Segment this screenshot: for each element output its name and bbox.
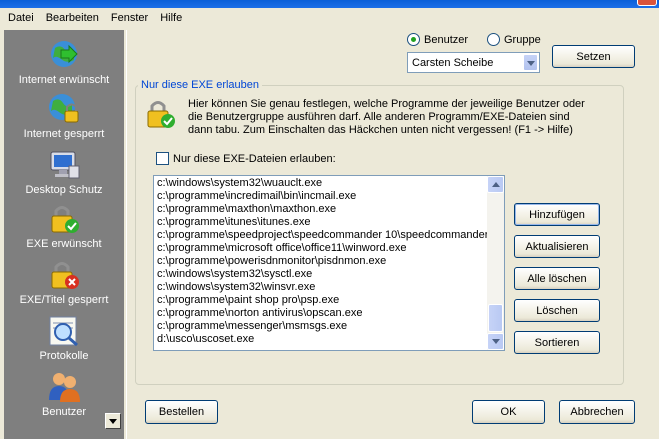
description-line: die Benutzergruppe ausführen darf. Alle …	[188, 111, 570, 123]
exe-list: c:\windows\system32\wuauclt.exe c:\progra…	[157, 177, 489, 346]
menu-bearbeiten[interactable]: Bearbeiten	[40, 12, 105, 24]
cancel-button[interactable]: Abbrechen	[559, 400, 635, 424]
description-line: dann tabu. Zum Einschalten das Häckchen …	[188, 124, 573, 136]
refresh-button[interactable]: Aktualisieren	[514, 235, 600, 258]
checkbox-label: Nur diese EXE-Dateien erlauben:	[173, 152, 336, 165]
globe-arrow-icon	[51, 41, 78, 67]
sidebar-scroll-down-button[interactable]	[105, 413, 121, 429]
close-window-button[interactable]	[637, 0, 657, 6]
magnifier-icon	[49, 316, 78, 347]
sidebar-item-label: Desktop Schutz	[25, 184, 103, 196]
user-select-value: Carsten Scheibe	[412, 56, 494, 69]
menu-datei[interactable]: Datei	[2, 12, 40, 24]
sidebar-item-internet-gesperrt[interactable]: Internet gesperrt	[4, 92, 124, 140]
list-item[interactable]: c:\programme\speedproject\speedcommander…	[157, 229, 489, 242]
sort-button[interactable]: Sortieren	[514, 331, 600, 354]
globe-lock-icon	[49, 94, 79, 123]
order-button[interactable]: Bestellen	[145, 400, 218, 424]
radio-benutzer[interactable]: Benutzer	[407, 33, 468, 46]
list-item[interactable]: d:\usco\uscoset.exe	[157, 333, 489, 346]
sidebar-item-exe-erwuenscht[interactable]: EXE erwünscht	[4, 202, 124, 250]
list-item[interactable]: c:\windows\system32\sysctl.exe	[157, 268, 489, 281]
sidebar-item-label: Internet erwünscht	[18, 74, 110, 86]
list-item[interactable]: c:\programme\maxthon\maxthon.exe	[157, 203, 489, 216]
scroll-down-button[interactable]	[487, 333, 504, 350]
list-item[interactable]: c:\programme\incredimail\bin\incmail.exe	[157, 190, 489, 203]
scroll-up-button[interactable]	[487, 176, 504, 193]
delete-button[interactable]: Löschen	[514, 299, 600, 322]
list-item[interactable]: c:\programme\messenger\msmsgs.exe	[157, 320, 489, 333]
radio-dot[interactable]	[487, 33, 500, 46]
sidebar-item-benutzer[interactable]: Benutzer	[4, 370, 124, 418]
user-select[interactable]: Carsten Scheibe	[407, 52, 540, 73]
list-scrollbar[interactable]	[487, 176, 504, 350]
sidebar-item-internet-erwuenscht[interactable]: Internet erwünscht	[4, 38, 124, 86]
users-icon	[49, 373, 80, 402]
scroll-thumb[interactable]	[488, 304, 503, 332]
delete-all-button[interactable]: Alle löschen	[514, 267, 600, 290]
lock-check-icon	[51, 206, 79, 233]
sidebar-item-label: EXE/Titel gesperrt	[19, 294, 109, 306]
menu-hilfe[interactable]: Hilfe	[154, 12, 188, 24]
sidebar-item-desktop-schutz[interactable]: Desktop Schutz	[4, 148, 124, 196]
sidebar-item-label: EXE erwünscht	[26, 238, 102, 250]
list-item[interactable]: c:\programme\paint shop pro\psp.exe	[157, 294, 489, 307]
description-line: Hier können Sie genau festlegen, welche …	[188, 98, 585, 110]
menu-bar: Datei Bearbeiten Fenster Hilfe	[0, 8, 659, 28]
exe-listbox[interactable]: c:\windows\system32\wuauclt.exe c:\progra…	[153, 175, 505, 351]
list-item[interactable]: c:\programme\norton antivirus\opscan.exe	[157, 307, 489, 320]
add-button[interactable]: Hinzufügen	[514, 203, 600, 226]
menu-fenster[interactable]: Fenster	[105, 12, 154, 24]
checkbox-box[interactable]	[156, 152, 169, 165]
group-description: Hier können Sie genau festlegen, welche …	[188, 98, 588, 137]
chevron-down-icon[interactable]	[523, 54, 538, 71]
sidebar-item-label: Internet gesperrt	[23, 128, 105, 140]
radio-gruppe[interactable]: Gruppe	[487, 33, 541, 46]
list-item[interactable]: c:\windows\system32\wuauclt.exe	[157, 177, 489, 190]
lock-cross-icon	[51, 262, 79, 289]
radio-gruppe-label: Gruppe	[504, 33, 541, 46]
radio-dot[interactable]	[407, 33, 420, 46]
list-item[interactable]: c:\windows\system32\winsvr.exe	[157, 281, 489, 294]
sidebar-item-protokolle[interactable]: Protokolle	[4, 314, 124, 362]
only-exe-checkbox[interactable]: Nur diese EXE-Dateien erlauben:	[156, 152, 336, 165]
radio-benutzer-label: Benutzer	[424, 33, 469, 46]
sidebar-item-label: Protokolle	[39, 350, 89, 362]
window-titlebar[interactable]	[0, 0, 659, 8]
sidebar: Internet erwünscht Internet gesperrt Des…	[4, 30, 124, 439]
list-item[interactable]: c:\programme\itunes\itunes.exe	[157, 216, 489, 229]
ok-button[interactable]: OK	[472, 400, 545, 424]
set-button[interactable]: Setzen	[552, 45, 635, 68]
groupbox-title: Nur diese EXE erlauben	[138, 79, 263, 91]
list-item[interactable]: c:\programme\powerisdnmonitor\pisdnmon.e…	[157, 255, 489, 268]
monitor-icon	[50, 151, 80, 179]
sidebar-item-exe-titel-gesperrt[interactable]: EXE/Titel gesperrt	[4, 258, 124, 306]
lock-check-icon	[147, 101, 175, 128]
list-item[interactable]: c:\programme\microsoft office\office11\w…	[157, 242, 489, 255]
